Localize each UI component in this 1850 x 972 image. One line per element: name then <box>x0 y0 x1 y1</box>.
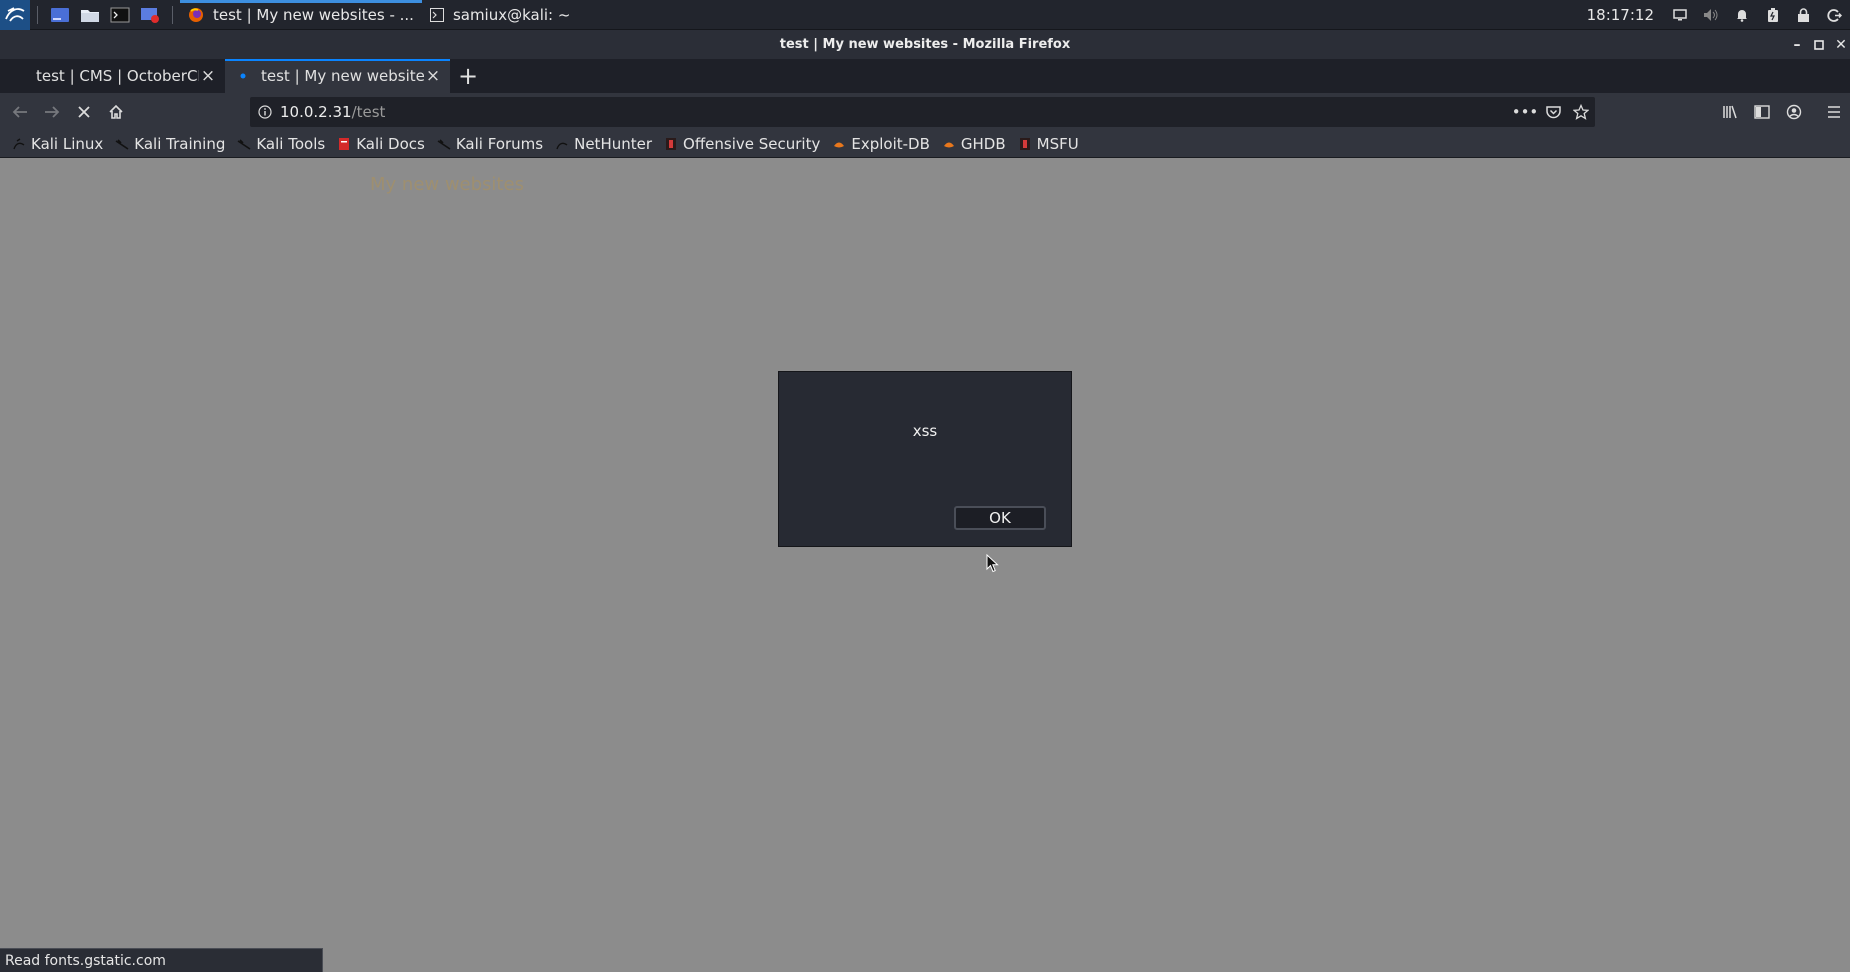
notification-bell-icon[interactable] <box>1726 0 1757 30</box>
panel-separator <box>172 5 173 24</box>
bookmark-kali-tools[interactable]: Kali Tools <box>237 135 325 153</box>
tab-label: test | CMS | OctoberCMS <box>36 67 199 85</box>
tab-close-icon[interactable]: × <box>199 66 217 86</box>
forward-arrow-icon[interactable] <box>36 96 68 128</box>
sidebar-icon[interactable] <box>1746 96 1778 128</box>
battery-icon[interactable] <box>1757 0 1788 30</box>
exploit-db-icon <box>832 137 846 151</box>
bookmark-label: Kali Linux <box>31 135 104 153</box>
kali-tools-icon <box>237 137 251 151</box>
window-title: test | My new websites - Mozilla Firefox <box>779 37 1071 52</box>
tab-strip: test | CMS | OctoberCMS × test | My new … <box>0 59 1850 93</box>
screen-recorder-icon[interactable] <box>137 4 163 26</box>
window-titlebar[interactable]: test | My new websites - Mozilla Firefox… <box>0 30 1850 59</box>
bookmark-kali-training[interactable]: Kali Training <box>115 135 225 153</box>
volume-icon[interactable] <box>1695 0 1726 30</box>
site-info-icon[interactable] <box>250 105 280 119</box>
kali-docs-icon <box>337 137 351 151</box>
bookmark-msfu[interactable]: MSFU <box>1018 135 1079 153</box>
tab-octobercms[interactable]: test | CMS | OctoberCMS × <box>0 59 225 93</box>
kali-menu-icon[interactable] <box>0 0 30 30</box>
msfu-icon <box>1018 137 1032 151</box>
mouse-cursor-icon <box>986 554 999 573</box>
bookmark-label: Kali Training <box>134 135 226 153</box>
system-tray: 18:17:12 <box>1587 0 1850 30</box>
site-title-link[interactable]: My new websites <box>370 174 524 195</box>
file-manager-icon[interactable] <box>77 4 103 26</box>
tab-label: test | My new websites <box>261 67 424 85</box>
home-icon[interactable] <box>100 96 132 128</box>
offensive-security-icon <box>664 137 678 151</box>
bookmark-label: MSFU <box>1036 135 1079 153</box>
tab-close-icon[interactable]: × <box>424 66 442 86</box>
stop-loading-icon[interactable] <box>68 96 100 128</box>
task-label: samiux@kali: ~ <box>452 5 571 24</box>
account-icon[interactable] <box>1778 96 1810 128</box>
bookmark-exploit-db[interactable]: Exploit-DB <box>832 135 930 153</box>
page-actions-icon[interactable]: ••• <box>1511 98 1539 126</box>
navigation-bar: 10.0.2.31/test ••• <box>0 93 1850 131</box>
toolbar-right <box>1714 96 1850 128</box>
ok-button[interactable]: OK <box>954 506 1046 530</box>
status-bar: Read fonts.gstatic.com <box>0 948 323 972</box>
firefox-icon <box>188 7 204 23</box>
page-content: My new websites xss OK Read fonts.gstati… <box>0 158 1850 972</box>
pocket-icon[interactable] <box>1539 98 1567 126</box>
alert-message: xss <box>912 422 938 440</box>
url-bar[interactable]: 10.0.2.31/test ••• <box>250 97 1595 127</box>
bookmark-label: Kali Docs <box>356 135 425 153</box>
desktop-panel: test | My new websites - ... samiux@kali… <box>0 0 1850 30</box>
task-firefox[interactable]: test | My new websites - ... <box>180 0 422 30</box>
url-text[interactable]: 10.0.2.31/test <box>280 103 1511 121</box>
bookmark-kali-linux[interactable]: Kali Linux <box>12 135 103 153</box>
maximize-icon[interactable] <box>1808 30 1830 59</box>
bookmarks-toolbar: Kali Linux Kali Training Kali Tools Kali… <box>0 131 1850 158</box>
ghdb-icon <box>942 137 956 151</box>
bookmark-label: Exploit-DB <box>851 135 930 153</box>
window-close-icon[interactable]: ✕ <box>1830 30 1850 59</box>
minimize-icon[interactable]: – <box>1786 30 1808 59</box>
bookmark-label: Offensive Security <box>683 135 821 153</box>
terminal-icon <box>429 7 444 22</box>
status-text: Read fonts.gstatic.com <box>5 952 166 969</box>
new-tab-icon[interactable]: + <box>450 59 486 93</box>
task-label: test | My new websites - ... <box>213 5 414 24</box>
kali-dragon-icon <box>12 137 26 151</box>
display-icon[interactable] <box>1664 0 1695 30</box>
clock[interactable]: 18:17:12 <box>1587 6 1654 24</box>
bookmark-label: NetHunter <box>574 135 653 153</box>
nethunter-icon <box>555 137 569 151</box>
bookmark-label: GHDB <box>960 135 1006 153</box>
url-host: 10.0.2.31 <box>280 103 352 121</box>
tab-favicon <box>10 68 26 84</box>
logout-icon[interactable] <box>1819 0 1850 30</box>
back-arrow-icon[interactable] <box>4 96 36 128</box>
bookmark-label: Kali Forums <box>455 135 544 153</box>
panel-separator <box>37 5 38 24</box>
loading-dot-icon <box>235 68 251 84</box>
bookmark-label: Kali Tools <box>256 135 326 153</box>
terminal-launcher-icon[interactable] <box>107 4 133 26</box>
bookmark-ghdb[interactable]: GHDB <box>942 135 1006 153</box>
kali-training-icon <box>115 137 129 151</box>
show-desktop-icon[interactable] <box>47 4 73 26</box>
tab-my-new-websites[interactable]: test | My new websites × <box>225 59 450 93</box>
library-icon[interactable] <box>1714 96 1746 128</box>
url-path: /test <box>351 103 386 121</box>
bookmark-offensive-security[interactable]: Offensive Security <box>664 135 820 153</box>
bookmark-star-icon[interactable] <box>1567 98 1595 126</box>
hamburger-menu-icon[interactable] <box>1818 96 1850 128</box>
bookmark-nethunter[interactable]: NetHunter <box>555 135 652 153</box>
bookmark-kali-forums[interactable]: Kali Forums <box>437 135 543 153</box>
bookmark-kali-docs[interactable]: Kali Docs <box>337 135 425 153</box>
kali-forums-icon <box>437 137 451 151</box>
lock-icon[interactable] <box>1788 0 1819 30</box>
task-terminal[interactable]: samiux@kali: ~ <box>422 0 579 30</box>
alert-dialog: xss OK <box>778 371 1072 547</box>
